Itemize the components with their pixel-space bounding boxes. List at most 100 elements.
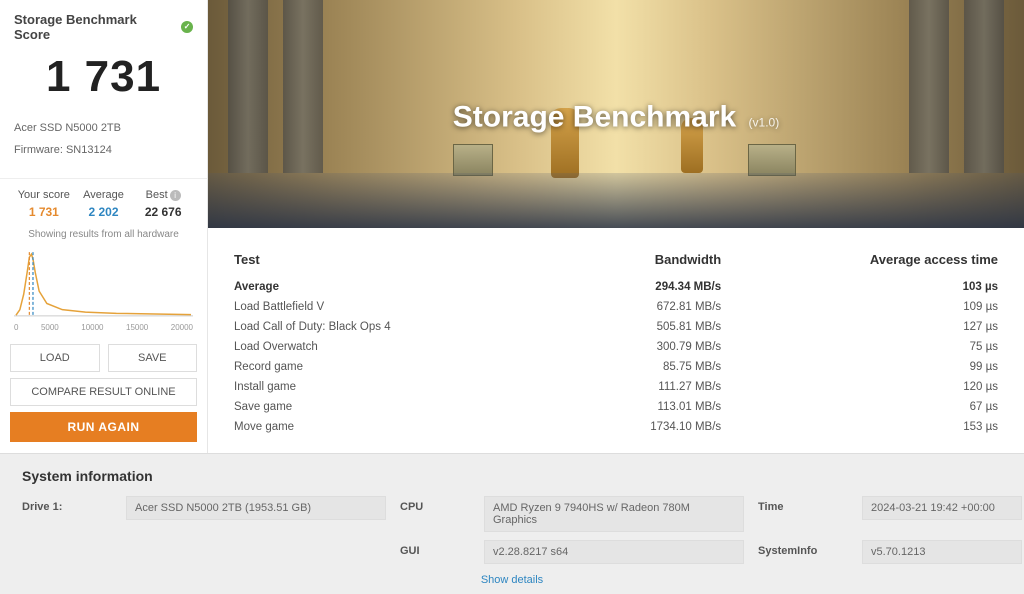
score-block: Storage Benchmark Score ✓ 1 731 Acer SSD…	[0, 0, 207, 178]
average-value: 2 202	[74, 205, 134, 219]
score-title-row: Storage Benchmark Score ✓	[14, 12, 193, 42]
time-label: Time	[758, 496, 848, 513]
xaxis-tick: 5000	[41, 323, 59, 332]
hero-floor	[208, 173, 1024, 228]
systeminfo-label: SystemInfo	[758, 540, 848, 557]
best-value: 22 676	[133, 205, 193, 219]
info-icon[interactable]: i	[170, 190, 181, 201]
hero-pillar	[228, 0, 268, 173]
table-row: Load Call of Duty: Black Ops 4505.81 MB/…	[230, 317, 1002, 337]
table-row: Install game111.27 MB/s120 µs	[230, 377, 1002, 397]
time-value: 2024-03-21 19:42 +00:00	[862, 496, 1022, 520]
cell-access: 99 µs	[725, 357, 1002, 377]
main-panel: Storage Benchmark (v1.0) Test Bandwidth …	[208, 0, 1024, 453]
score-comparison: Your score 1 731 Average 2 202 Besti 22 …	[0, 179, 207, 225]
best-label: Besti	[133, 189, 193, 201]
cell-access: 120 µs	[725, 377, 1002, 397]
cell-access: 75 µs	[725, 337, 1002, 357]
cell-access: 109 µs	[725, 297, 1002, 317]
systeminfo-value: v5.70.1213	[862, 540, 1022, 564]
hero-crate	[453, 144, 493, 176]
hero-title: Storage Benchmark (v1.0)	[208, 100, 1024, 134]
hero-crate	[748, 144, 796, 176]
table-header-row: Test Bandwidth Average access time	[230, 246, 1002, 277]
cell-test: Record game	[230, 357, 565, 377]
load-save-row: LOAD SAVE	[0, 338, 207, 378]
cell-bandwidth: 300.79 MB/s	[565, 337, 726, 357]
xaxis-tick: 0	[14, 323, 18, 332]
average-score-col: Average 2 202	[74, 189, 134, 219]
device-name: Acer SSD N5000 2TB	[14, 122, 193, 134]
hero-title-text: Storage Benchmark	[453, 100, 736, 133]
table-row: Move game1734.10 MB/s153 µs	[230, 417, 1002, 437]
gui-label: GUI	[400, 540, 470, 557]
cpu-label: CPU	[400, 496, 470, 513]
big-score: 1 731	[14, 52, 193, 102]
gui-value: v2.28.8217 s64	[484, 540, 744, 564]
your-score-label: Your score	[14, 189, 74, 201]
score-title-text: Storage Benchmark Score	[14, 12, 175, 42]
run-again-button[interactable]: RUN AGAIN	[10, 412, 197, 442]
your-score-value: 1 731	[14, 205, 74, 219]
score-histogram: 0 5000 10000 15000 20000	[0, 248, 207, 338]
drive1-value: Acer SSD N5000 2TB (1953.51 GB)	[126, 496, 386, 520]
app-root: Storage Benchmark Score ✓ 1 731 Acer SSD…	[0, 0, 1024, 594]
hero-pillar	[964, 0, 1004, 173]
system-information: System information Drive 1: Acer SSD N50…	[0, 453, 1024, 594]
xaxis-tick: 15000	[126, 323, 148, 332]
cell-test: Average	[230, 277, 565, 297]
load-button[interactable]: LOAD	[10, 344, 100, 372]
histogram-svg	[14, 248, 193, 318]
cell-test: Save game	[230, 397, 565, 417]
cell-test: Move game	[230, 417, 565, 437]
compare-online-button[interactable]: COMPARE RESULT ONLINE	[10, 378, 197, 406]
cell-bandwidth: 85.75 MB/s	[565, 357, 726, 377]
cell-bandwidth: 672.81 MB/s	[565, 297, 726, 317]
cell-test: Load Call of Duty: Black Ops 4	[230, 317, 565, 337]
show-details-link[interactable]: Show details	[481, 574, 543, 586]
table-row: Load Overwatch300.79 MB/s75 µs	[230, 337, 1002, 357]
col-test: Test	[230, 246, 565, 277]
cell-bandwidth: 113.01 MB/s	[565, 397, 726, 417]
histogram-xaxis: 0 5000 10000 15000 20000	[14, 321, 193, 332]
cell-test: Load Overwatch	[230, 337, 565, 357]
cell-bandwidth: 1734.10 MB/s	[565, 417, 726, 437]
hero-version: (v1.0)	[749, 115, 780, 129]
table-row: Average294.34 MB/s103 µs	[230, 277, 1002, 297]
sysinfo-title: System information	[22, 468, 1002, 484]
results-table: Test Bandwidth Average access time Avera…	[230, 246, 1002, 437]
hero-pillar	[909, 0, 949, 173]
top-row: Storage Benchmark Score ✓ 1 731 Acer SSD…	[0, 0, 1024, 453]
table-row: Record game85.75 MB/s99 µs	[230, 357, 1002, 377]
hero-pillar	[283, 0, 323, 173]
drive1-label: Drive 1:	[22, 496, 112, 513]
table-row: Load Battlefield V672.81 MB/s109 µs	[230, 297, 1002, 317]
results-note: Showing results from all hardware	[0, 225, 207, 248]
col-bandwidth: Bandwidth	[565, 246, 726, 277]
cell-bandwidth: 505.81 MB/s	[565, 317, 726, 337]
cell-access: 67 µs	[725, 397, 1002, 417]
cell-access: 103 µs	[725, 277, 1002, 297]
cell-bandwidth: 294.34 MB/s	[565, 277, 726, 297]
firmware-line: Firmware: SN13124	[14, 144, 193, 156]
sidebar: Storage Benchmark Score ✓ 1 731 Acer SSD…	[0, 0, 208, 453]
your-score-col: Your score 1 731	[14, 189, 74, 219]
check-icon: ✓	[181, 21, 193, 33]
results-table-wrap: Test Bandwidth Average access time Avera…	[208, 228, 1024, 453]
cell-test: Install game	[230, 377, 565, 397]
col-access: Average access time	[725, 246, 1002, 277]
table-row: Save game113.01 MB/s67 µs	[230, 397, 1002, 417]
cell-access: 153 µs	[725, 417, 1002, 437]
cpu-value: AMD Ryzen 9 7940HS w/ Radeon 780M Graphi…	[484, 496, 744, 532]
sysinfo-grid: Drive 1: Acer SSD N5000 2TB (1953.51 GB)…	[22, 496, 1002, 564]
cell-test: Load Battlefield V	[230, 297, 565, 317]
save-button[interactable]: SAVE	[108, 344, 198, 372]
best-score-col: Besti 22 676	[133, 189, 193, 219]
show-details-row: Show details	[22, 564, 1002, 586]
hero-banner: Storage Benchmark (v1.0)	[208, 0, 1024, 228]
xaxis-tick: 10000	[81, 323, 103, 332]
xaxis-tick: 20000	[171, 323, 193, 332]
average-label: Average	[74, 189, 134, 201]
cell-access: 127 µs	[725, 317, 1002, 337]
cell-bandwidth: 111.27 MB/s	[565, 377, 726, 397]
